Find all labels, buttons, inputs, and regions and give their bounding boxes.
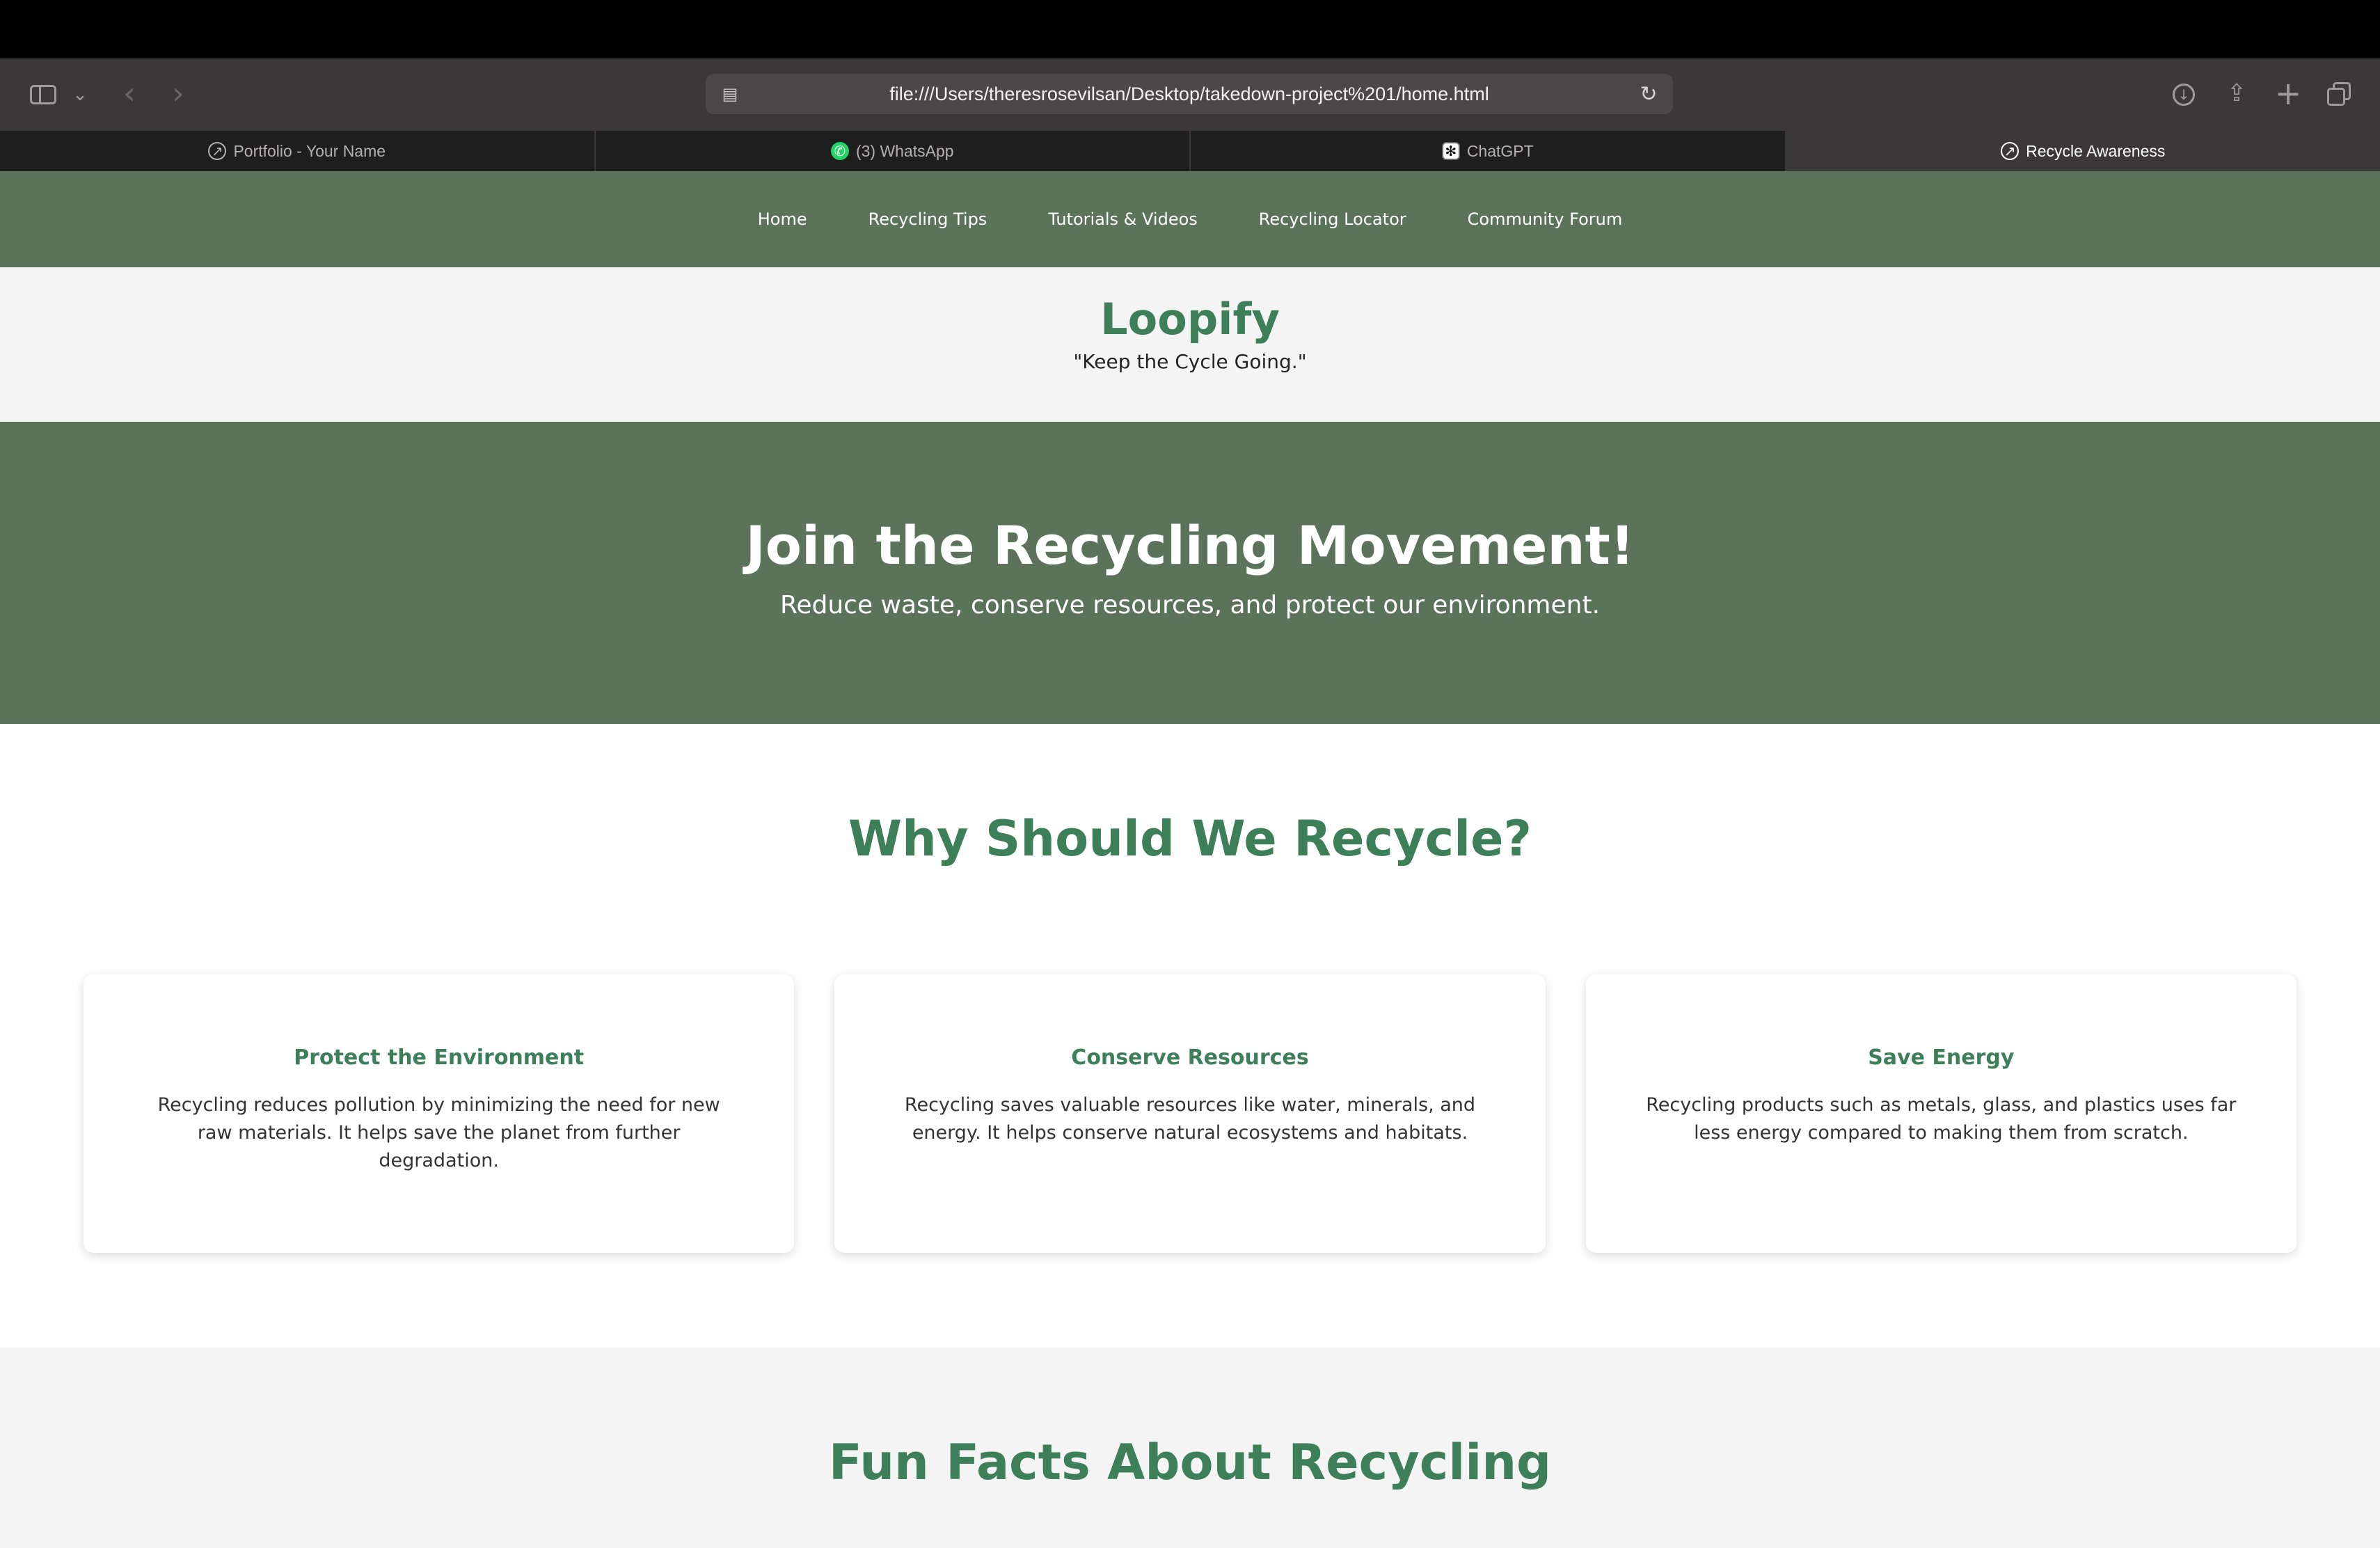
screen-top-band	[0, 0, 2380, 58]
card-text: Recycling reduces pollution by minimizin…	[157, 1094, 720, 1171]
benefit-card: Save Energy Recycling products such as m…	[1585, 974, 2296, 1253]
sidebar-toggle-icon[interactable]	[26, 81, 60, 109]
whatsapp-icon: ✆	[830, 142, 849, 160]
tab-strip: ↗ Portfolio - Your Name ✆ (3) WhatsApp ✻…	[0, 131, 2380, 171]
nav-recycling-locator[interactable]: Recycling Locator	[1259, 210, 1406, 229]
nav-tutorials-videos[interactable]: Tutorials & Videos	[1048, 210, 1197, 229]
download-icon[interactable]: ↓	[2168, 79, 2199, 110]
tab-overview-icon[interactable]	[2324, 79, 2355, 110]
compass-icon: ↗	[2001, 142, 2020, 160]
card-title: Protect the Environment	[294, 1045, 585, 1070]
nav-recycling-tips[interactable]: Recycling Tips	[868, 210, 987, 229]
back-arrow-icon[interactable]: ‹	[116, 76, 143, 111]
tab-label: ChatGPT	[1466, 141, 1534, 160]
card-title: Save Energy	[1868, 1045, 2015, 1070]
reload-icon[interactable]: ↻	[1637, 82, 1660, 106]
page-settings-icon[interactable]: ▤	[720, 84, 740, 104]
forward-arrow-icon[interactable]: ›	[164, 76, 192, 111]
benefit-card: Conserve Resources Recycling saves valua…	[834, 974, 1546, 1253]
hero-title: Join the Recycling Movement!	[745, 514, 1635, 576]
tab-chatgpt[interactable]: ✻ ChatGPT	[1191, 131, 1786, 171]
card-text: Recycling saves valuable resources like …	[904, 1094, 1476, 1144]
web-page: Home Recycling Tips Tutorials & Videos R…	[0, 171, 2380, 1548]
card-title: Conserve Resources	[1071, 1045, 1309, 1070]
brand-header: Loopify "Keep the Cycle Going."	[0, 267, 2380, 422]
address-bar[interactable]: ▤ file:///Users/theresrosevilsan/Desktop…	[706, 74, 1673, 114]
tab-label: Portfolio - Your Name	[233, 141, 386, 160]
section-title: Why Should We Recycle?	[848, 810, 1532, 867]
tab-label: (3) WhatsApp	[855, 141, 954, 160]
fun-facts-section: Fun Facts About Recycling	[0, 1348, 2380, 1548]
benefit-cards: Protect the Environment Recycling reduce…	[84, 974, 2296, 1253]
tab-label: Recycle Awareness	[2026, 141, 2166, 160]
card-text: Recycling products such as metals, glass…	[1646, 1094, 2237, 1144]
new-tab-icon[interactable]: +	[2273, 74, 2303, 112]
compass-icon: ↗	[208, 142, 227, 160]
nav-home[interactable]: Home	[758, 210, 807, 229]
url-text[interactable]: file:///Users/theresrosevilsan/Desktop/t…	[761, 74, 1617, 114]
share-icon[interactable]: ⇪	[2221, 77, 2252, 110]
site-title: Loopify	[1100, 294, 1280, 345]
chevron-down-icon[interactable]: ⌄	[70, 82, 90, 107]
chatgpt-icon: ✻	[1441, 142, 1460, 160]
hero-subtitle: Reduce waste, conserve resources, and pr…	[779, 591, 1601, 619]
tab-recycle-awareness[interactable]: ↗ Recycle Awareness	[1786, 131, 2380, 171]
benefit-card: Protect the Environment Recycling reduce…	[84, 974, 795, 1253]
site-nav: Home Recycling Tips Tutorials & Videos R…	[0, 171, 2380, 267]
tab-whatsapp[interactable]: ✆ (3) WhatsApp	[596, 131, 1191, 171]
tab-portfolio[interactable]: ↗ Portfolio - Your Name	[0, 131, 596, 171]
hero-section: Join the Recycling Movement! Reduce wast…	[0, 422, 2380, 724]
site-tagline: "Keep the Cycle Going."	[1073, 350, 1307, 373]
section-title: Fun Facts About Recycling	[828, 1434, 1552, 1491]
nav-community-forum[interactable]: Community Forum	[1468, 210, 1623, 229]
why-recycle-section: Why Should We Recycle? Protect the Envir…	[0, 724, 2380, 1348]
browser-toolbar: ⌄ ‹ › ▤ file:///Users/theresrosevilsan/D…	[0, 58, 2380, 131]
